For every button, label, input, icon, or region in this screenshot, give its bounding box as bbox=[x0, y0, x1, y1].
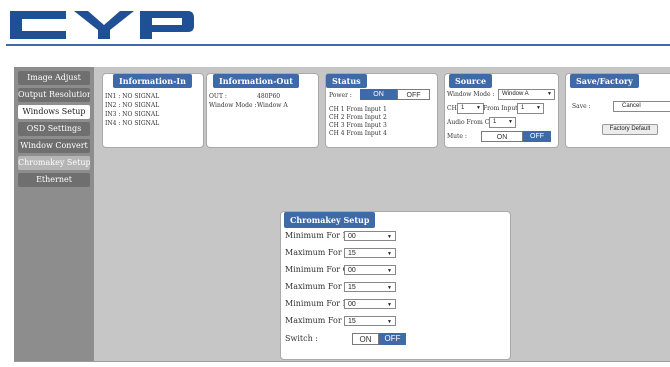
window-mode-value: Window A bbox=[257, 102, 288, 109]
chromakey-setup-title: Chromakey Setup bbox=[284, 212, 376, 228]
chevron-down-icon: ▼ bbox=[387, 319, 392, 325]
sidebar-item-window-convert[interactable]: Window Convert bbox=[18, 139, 90, 153]
audio-from-ch-select-value: 1 bbox=[493, 119, 497, 125]
status-title: Status bbox=[326, 74, 367, 88]
min-r-select[interactable]: 00 ▼ bbox=[344, 231, 396, 241]
cyp-logo bbox=[10, 11, 194, 39]
source-title: Source bbox=[449, 74, 493, 88]
header-divider bbox=[6, 44, 670, 46]
max-b-value: 15 bbox=[348, 318, 356, 325]
ch1-status: CH 1 From Input 1 bbox=[329, 106, 387, 113]
max-g-value: 15 bbox=[348, 284, 356, 291]
chevron-down-icon: ▼ bbox=[387, 285, 392, 291]
mute-label: Mute : bbox=[447, 133, 467, 140]
save-factory-panel: Save/Factory Save : Cancel▼ Factory Defa… bbox=[565, 73, 670, 148]
information-out-title: Information-Out bbox=[213, 74, 299, 88]
ch4-status: CH 4 From Input 4 bbox=[329, 130, 387, 137]
status-panel: Status Power : ON OFF CH 1 From Input 1 … bbox=[325, 73, 438, 148]
footer-divider bbox=[14, 361, 670, 362]
input-4-status: IN4 : NO SIGNAL bbox=[105, 120, 160, 127]
power-label: Power : bbox=[329, 92, 352, 99]
min-g-value: 00 bbox=[348, 267, 356, 274]
max-g-select[interactable]: 15 ▼ bbox=[344, 282, 396, 292]
input-2-status: IN2 : NO SIGNAL bbox=[105, 102, 160, 109]
chevron-down-icon: ▼ bbox=[476, 105, 481, 111]
switch-label: Switch : bbox=[285, 334, 318, 343]
sidebar-item-osd-settings[interactable]: OSD Settings bbox=[18, 122, 90, 136]
sidebar-item-chromakey-setup[interactable]: Chromakey Setup bbox=[18, 156, 90, 170]
out-value: 480P60 bbox=[257, 93, 281, 100]
chromakey-off-toggle[interactable]: OFF bbox=[379, 333, 406, 345]
min-b-value: 00 bbox=[348, 301, 356, 308]
power-on-toggle[interactable]: ON bbox=[360, 89, 397, 100]
mute-off-toggle[interactable]: OFF bbox=[523, 131, 551, 142]
ch-label: CH bbox=[447, 105, 457, 112]
audio-from-ch-select[interactable]: 1 ▼ bbox=[489, 117, 516, 128]
chevron-down-icon: ▼ bbox=[387, 268, 392, 274]
chevron-down-icon: ▼ bbox=[387, 302, 392, 308]
input-3-status: IN3 : NO SIGNAL bbox=[105, 111, 160, 118]
from-input-select-value: 1 bbox=[521, 105, 525, 111]
chromakey-on-toggle[interactable]: ON bbox=[352, 333, 379, 345]
source-panel: Source Window Mode : Window A ▼ CH 1 ▼ Fro… bbox=[444, 73, 559, 148]
max-b-select[interactable]: 15 ▼ bbox=[344, 316, 396, 326]
chevron-down-icon: ▼ bbox=[536, 105, 541, 111]
save-label: Save : bbox=[572, 103, 591, 110]
window-mode-select-value: Window A bbox=[502, 91, 529, 97]
save-factory-title: Save/Factory bbox=[570, 74, 639, 88]
chevron-down-icon: ▼ bbox=[547, 91, 552, 97]
sidebar: Image Adjust Output Resolution Windows S… bbox=[14, 67, 94, 361]
window-mode-label: Window Mode : bbox=[209, 102, 257, 109]
save-select[interactable]: Cancel▼ bbox=[613, 101, 670, 112]
chromakey-setup-panel: Chromakey Setup Minimum For R : 00 ▼ Maxi… bbox=[280, 211, 511, 360]
factory-default-button[interactable]: Factory Default bbox=[602, 124, 658, 135]
ch3-status: CH 3 From Input 3 bbox=[329, 122, 387, 129]
input-1-status: IN1 : NO SIGNAL bbox=[105, 93, 160, 100]
sidebar-item-image-adjust[interactable]: Image Adjust bbox=[18, 71, 90, 85]
information-in-panel: Information-In IN1 : NO SIGNAL IN2 : NO … bbox=[102, 73, 204, 148]
power-off-toggle[interactable]: OFF bbox=[397, 89, 430, 100]
min-g-select[interactable]: 00 ▼ bbox=[344, 265, 396, 275]
min-b-select[interactable]: 00 ▼ bbox=[344, 299, 396, 309]
chevron-down-icon: ▼ bbox=[508, 119, 513, 125]
main-content: Information-In IN1 : NO SIGNAL IN2 : NO … bbox=[94, 67, 670, 361]
sidebar-item-ethernet[interactable]: Ethernet bbox=[18, 173, 90, 187]
save-select-value: Cancel bbox=[622, 103, 641, 109]
max-r-select[interactable]: 15 ▼ bbox=[344, 248, 396, 258]
audio-from-ch-label: Audio From CH bbox=[447, 119, 495, 126]
information-in-title: Information-In bbox=[113, 74, 192, 88]
chevron-down-icon: ▼ bbox=[387, 251, 392, 257]
from-input-select[interactable]: 1 ▼ bbox=[517, 103, 544, 114]
from-input-label: From Input bbox=[483, 105, 518, 112]
sidebar-item-output-resolution[interactable]: Output Resolution bbox=[18, 88, 90, 102]
sidebar-item-windows-setup[interactable]: Windows Setup bbox=[18, 105, 90, 119]
ch-select-value: 1 bbox=[461, 105, 465, 111]
ch2-status: CH 2 From Input 2 bbox=[329, 114, 387, 121]
min-r-value: 00 bbox=[348, 233, 356, 240]
max-r-value: 15 bbox=[348, 250, 356, 257]
out-label: OUT : bbox=[209, 93, 227, 100]
information-out-panel: Information-Out OUT : 480P60 Window Mode… bbox=[206, 73, 319, 148]
source-window-mode-label: Window Mode : bbox=[447, 91, 495, 98]
chevron-down-icon: ▼ bbox=[387, 234, 392, 240]
mute-on-toggle[interactable]: ON bbox=[481, 131, 523, 142]
window-mode-select[interactable]: Window A ▼ bbox=[498, 89, 555, 100]
ch-select[interactable]: 1 ▼ bbox=[457, 103, 484, 114]
